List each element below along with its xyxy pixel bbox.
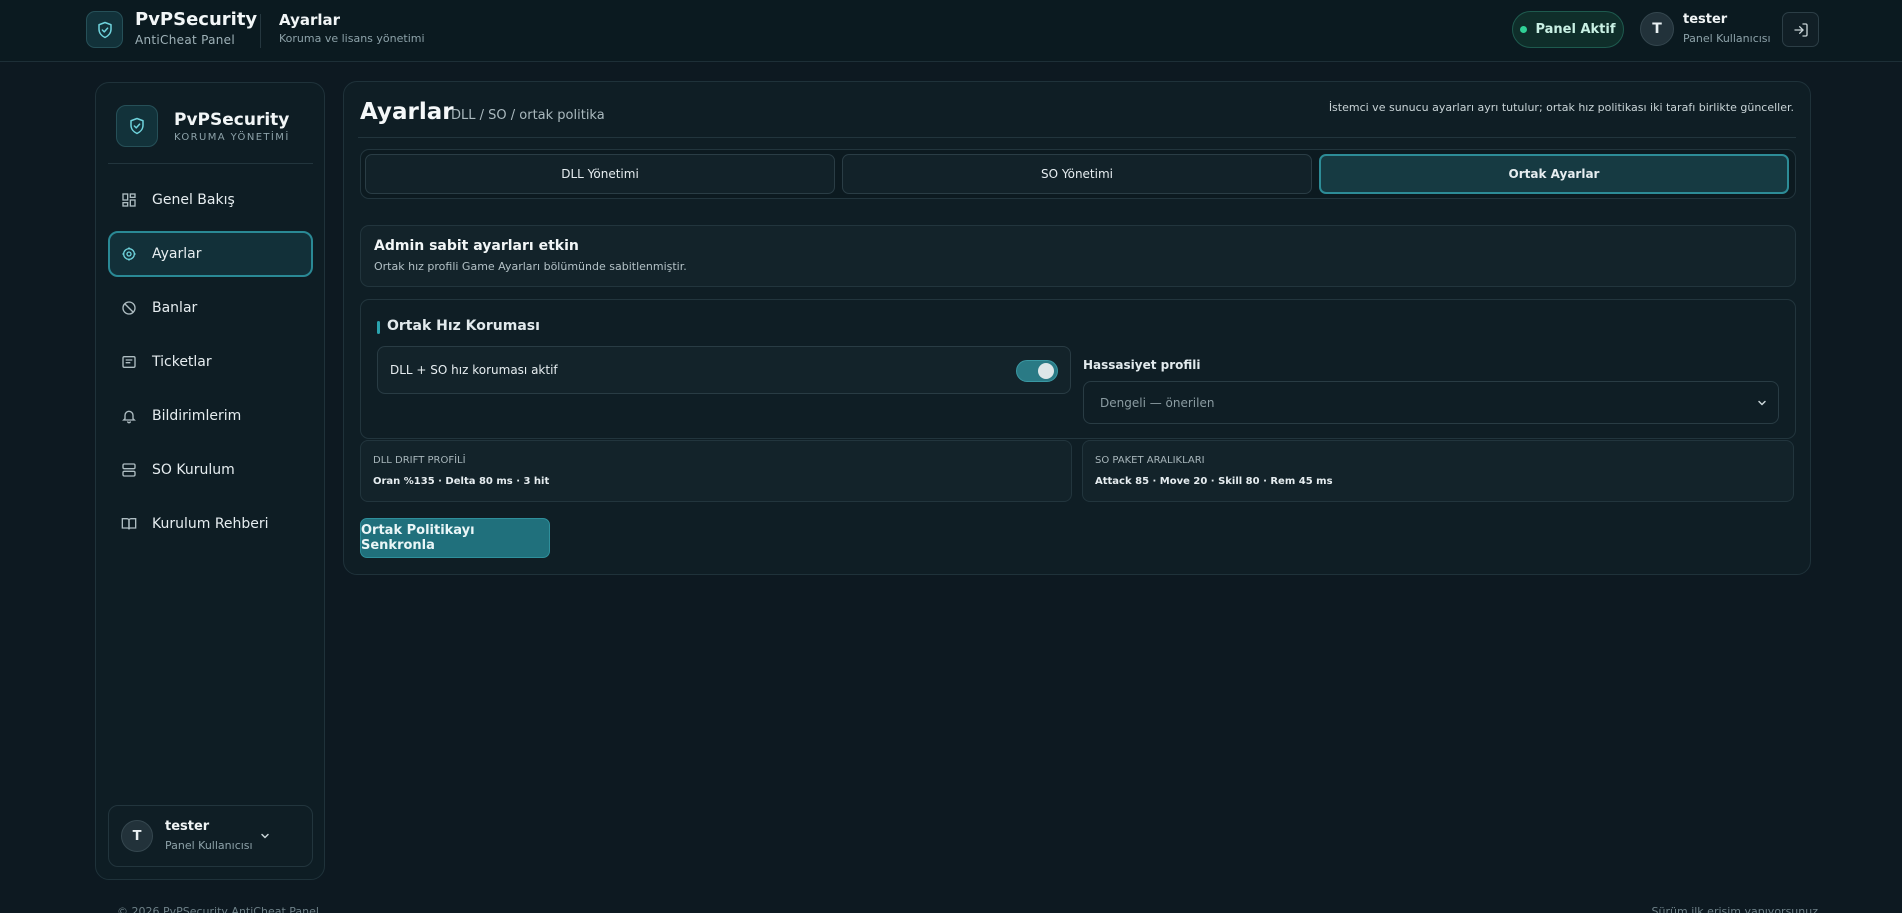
speed-protection-section: Ortak Hız Koruması DLL + SO hız koruması… <box>360 299 1796 439</box>
sidebar-item-label: Genel Bakış <box>152 192 235 208</box>
bell-icon <box>120 407 138 425</box>
gear-icon <box>120 245 138 263</box>
footer-version: Sürüm ilk erişim yapıyorsunuz <box>1651 905 1818 913</box>
grid-icon <box>120 191 138 209</box>
speed-protection-toggle[interactable] <box>1016 360 1058 382</box>
sidebar-item-ayarlar[interactable]: Ayarlar <box>108 231 313 277</box>
logout-icon <box>1793 22 1809 38</box>
book-icon <box>120 515 138 533</box>
user-name: tester <box>1683 12 1728 27</box>
speed-protection-toggle-row: DLL + SO hız koruması aktif <box>377 346 1071 394</box>
user-role: Panel Kullanıcısı <box>1683 32 1771 45</box>
sidebar-item-kurulum-rehberi[interactable]: Kurulum Rehberi <box>108 501 313 547</box>
settings-tabs: DLL Yönetimi SO Yönetimi Ortak Ayarlar <box>360 149 1796 199</box>
panel-divider <box>358 137 1796 138</box>
chevron-down-icon <box>1756 397 1768 409</box>
settings-panel: Ayarlar DLL / SO / ortak politika İstemc… <box>343 81 1811 575</box>
tab-ortak-ayarlar[interactable]: Ortak Ayarlar <box>1319 154 1789 194</box>
toggle-knob <box>1038 363 1054 379</box>
sidebar-title: PvPSecurity <box>174 110 290 130</box>
sync-policy-button[interactable]: Ortak Politikayı Senkronla <box>360 518 550 558</box>
header-page-subtitle: Koruma ve lisans yönetimi <box>279 32 425 45</box>
notice-text: Ortak hız profili Game Ayarları bölümünd… <box>374 260 687 273</box>
so-packet-intervals-card: SO PAKET ARALIKLARI Attack 85 · Move 20 … <box>1082 440 1794 502</box>
sidebar-subtitle: KORUMA YÖNETİMİ <box>174 132 290 143</box>
header-divider <box>260 14 261 48</box>
status-label: Panel Aktif <box>1535 22 1616 37</box>
status-dot-icon <box>1520 26 1528 33</box>
stat-label: DLL DRIFT PROFİLİ <box>373 455 466 466</box>
avatar: T <box>121 820 153 852</box>
top-bar: PvPSecurity AntiCheat Panel Ayarlar Koru… <box>0 0 1902 62</box>
sidebar-user-card[interactable]: T tester Panel Kullanıcısı <box>108 805 313 867</box>
brand-subtitle: AntiCheat Panel <box>135 33 235 47</box>
header-page-title: Ayarlar <box>279 11 341 29</box>
sidebar-item-banlar[interactable]: Banlar <box>108 285 313 331</box>
server-icon <box>120 461 138 479</box>
sidebar-item-label: Banlar <box>152 300 198 316</box>
stat-label: SO PAKET ARALIKLARI <box>1095 455 1205 466</box>
shield-check-icon <box>86 11 123 48</box>
sensitivity-label: Hassasiyet profili <box>1083 358 1201 372</box>
sidebar-item-label: Ayarlar <box>152 246 202 262</box>
shield-check-icon <box>116 105 158 147</box>
user-name: tester <box>165 819 210 834</box>
user-role: Panel Kullanıcısı <box>165 839 253 852</box>
sidebar-item-bildirimlerim[interactable]: Bildirimlerim <box>108 393 313 439</box>
sidebar-item-ticketlar[interactable]: Ticketlar <box>108 339 313 385</box>
dll-drift-profile-card: DLL DRIFT PROFİLİ Oran %135 · Delta 80 m… <box>360 440 1072 502</box>
toggle-label: DLL + SO hız koruması aktif <box>390 363 558 377</box>
ban-icon <box>120 299 138 317</box>
sensitivity-select[interactable]: Dengeli — önerilen <box>1083 381 1779 424</box>
page-note: İstemci ve sunucu ayarları ayrı tutulur;… <box>1328 101 1794 114</box>
avatar[interactable]: T <box>1640 12 1674 46</box>
sensitivity-select-value: Dengeli — önerilen <box>1100 395 1215 410</box>
admin-fixed-notice: Admin sabit ayarları etkin Ortak hız pro… <box>360 225 1796 287</box>
breadcrumb: DLL / SO / ortak politika <box>451 108 605 123</box>
sidebar-item-genel-bakis[interactable]: Genel Bakış <box>108 177 313 223</box>
sidebar-item-label: Kurulum Rehberi <box>152 516 269 532</box>
logout-button[interactable] <box>1782 12 1819 47</box>
status-badge: Panel Aktif <box>1512 11 1624 48</box>
ticket-icon <box>120 353 138 371</box>
tab-so-yonetimi[interactable]: SO Yönetimi <box>842 154 1312 194</box>
section-accent-bar <box>377 321 380 334</box>
sidebar: PvPSecurity KORUMA YÖNETİMİ Genel Bakış … <box>95 82 325 880</box>
stat-value: Oran %135 · Delta 80 ms · 3 hit <box>373 476 550 487</box>
sidebar-item-label: Bildirimlerim <box>152 408 242 424</box>
sidebar-divider <box>108 163 313 164</box>
notice-title: Admin sabit ayarları etkin <box>374 238 579 254</box>
brand-title: PvPSecurity <box>135 9 258 30</box>
section-title: Ortak Hız Koruması <box>387 318 540 334</box>
sidebar-item-label: SO Kurulum <box>152 462 235 478</box>
tab-dll-yonetimi[interactable]: DLL Yönetimi <box>365 154 835 194</box>
sidebar-item-label: Ticketlar <box>152 354 212 370</box>
stat-value: Attack 85 · Move 20 · Skill 80 · Rem 45 … <box>1095 476 1333 487</box>
footer-copyright: © 2026 PvPSecurity AntiCheat Panel <box>117 905 319 913</box>
chevron-down-icon[interactable] <box>259 830 271 842</box>
sidebar-item-so-kurulum[interactable]: SO Kurulum <box>108 447 313 493</box>
page-title: Ayarlar <box>360 99 454 125</box>
